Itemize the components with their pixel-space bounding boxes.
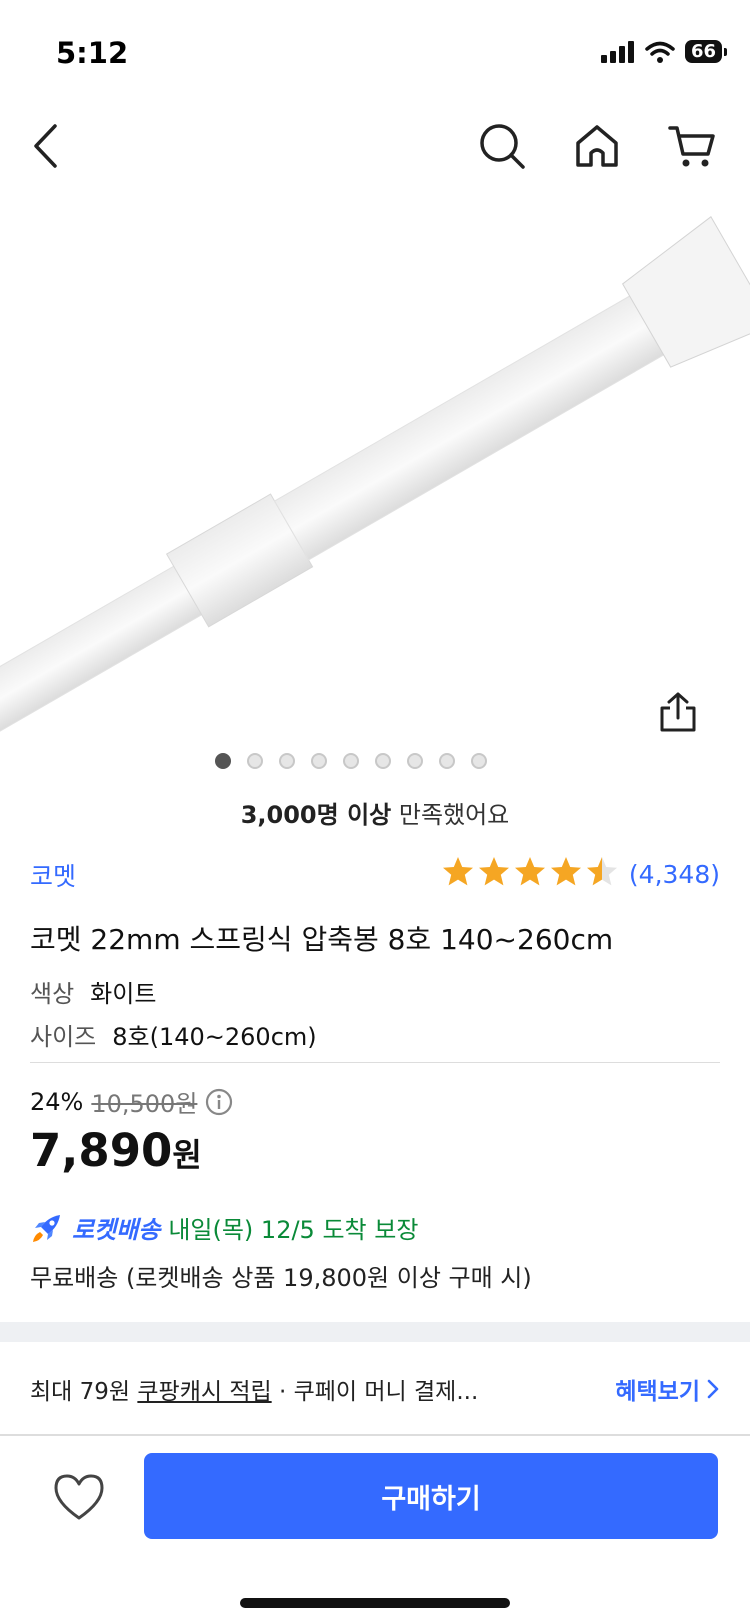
battery-indicator: 66 bbox=[684, 40, 728, 63]
benefit-suffix: · 쿠페이 머니 결제... bbox=[271, 1379, 479, 1405]
home-indicator[interactable] bbox=[240, 1598, 510, 1608]
carousel-dot[interactable] bbox=[375, 753, 391, 769]
satisfaction-text: 3,000명 이상 만족했어요 bbox=[0, 795, 750, 830]
home-icon[interactable] bbox=[569, 118, 625, 174]
back-icon[interactable] bbox=[18, 118, 74, 174]
star-icon bbox=[513, 855, 547, 893]
carousel-dot[interactable] bbox=[407, 753, 423, 769]
satisfaction-count: 3,000명 이상 bbox=[240, 801, 392, 829]
sale-price-value: 7,890 bbox=[30, 1124, 173, 1177]
carousel-dots bbox=[0, 753, 750, 769]
option-label: 색상 bbox=[30, 980, 75, 1008]
price-info: 24% 10,500원 bbox=[30, 1084, 233, 1119]
free-shipping: 무료배송 (로켓배송 상품 19,800원 이상 구매 시) bbox=[30, 1264, 532, 1292]
signal-icon bbox=[600, 40, 634, 63]
top-nav bbox=[0, 100, 750, 190]
arrival-date: 내일(목) 12/5 도착 보장 bbox=[168, 1216, 419, 1244]
see-benefits-link[interactable]: 혜택보기 bbox=[615, 1372, 720, 1406]
buy-button[interactable]: 구매하기 bbox=[144, 1453, 718, 1539]
option-color: 색상 화이트 bbox=[30, 974, 156, 1009]
brand-link[interactable]: 코멧 bbox=[30, 857, 76, 893]
chevron-right-icon bbox=[707, 1379, 719, 1399]
product-image[interactable] bbox=[0, 190, 750, 740]
wifi-icon bbox=[645, 41, 675, 63]
rocket-delivery: 로켓배송 내일(목) 12/5 도착 보장 bbox=[30, 1210, 418, 1245]
carousel-dot[interactable] bbox=[439, 753, 455, 769]
divider bbox=[30, 1062, 720, 1063]
carousel-dot[interactable] bbox=[343, 753, 359, 769]
search-icon[interactable] bbox=[474, 118, 530, 174]
star-icon bbox=[441, 855, 475, 893]
option-size: 사이즈 8호(140~260cm) bbox=[30, 1017, 317, 1052]
discount-rate: 24% bbox=[30, 1087, 84, 1116]
share-icon[interactable] bbox=[656, 690, 700, 734]
bottom-divider bbox=[0, 1434, 750, 1436]
option-label: 사이즈 bbox=[30, 1023, 97, 1051]
wishlist-heart-icon[interactable] bbox=[52, 1472, 106, 1522]
carousel-dot[interactable] bbox=[247, 753, 263, 769]
info-icon[interactable] bbox=[205, 1088, 233, 1116]
option-value: 화이트 bbox=[90, 980, 157, 1008]
rocket-icon bbox=[33, 1214, 60, 1242]
brand-rating-row: 코멧 (4,348) bbox=[30, 855, 720, 895]
see-benefits-label: 혜택보기 bbox=[615, 1379, 700, 1405]
carousel-dot[interactable] bbox=[215, 753, 231, 769]
star-icon bbox=[585, 855, 619, 893]
option-value: 8호(140~260cm) bbox=[112, 1023, 317, 1051]
carousel-dot[interactable] bbox=[471, 753, 487, 769]
status-time: 5:12 bbox=[56, 36, 129, 70]
rocket-label: 로켓배송 bbox=[72, 1216, 161, 1244]
status-bar: 5:12 66 bbox=[0, 0, 750, 100]
rating[interactable]: (4,348) bbox=[441, 855, 720, 893]
satisfaction-suffix: 만족했어요 bbox=[391, 801, 510, 829]
product-title: 코멧 22mm 스프링식 압축봉 8호 140~260cm bbox=[30, 923, 614, 956]
cash-reward-link[interactable]: 쿠팡캐시 적립 bbox=[137, 1379, 271, 1405]
cart-icon[interactable] bbox=[664, 118, 720, 174]
section-separator bbox=[0, 1322, 750, 1342]
rating-count[interactable]: (4,348) bbox=[629, 860, 720, 889]
star-icon bbox=[549, 855, 583, 893]
sale-price: 7,890원 bbox=[30, 1124, 202, 1177]
benefit-prefix: 최대 79원 bbox=[30, 1379, 138, 1405]
carousel-dot[interactable] bbox=[279, 753, 295, 769]
currency-unit: 원 bbox=[172, 1136, 202, 1174]
rating-stars bbox=[441, 855, 619, 893]
carousel-dot[interactable] bbox=[311, 753, 327, 769]
benefit-row[interactable]: 최대 79원 쿠팡캐시 적립 · 쿠페이 머니 결제... 혜택보기 bbox=[30, 1372, 720, 1412]
status-icons: 66 bbox=[600, 40, 728, 63]
star-icon bbox=[477, 855, 511, 893]
original-price: 10,500원 bbox=[91, 1090, 198, 1118]
